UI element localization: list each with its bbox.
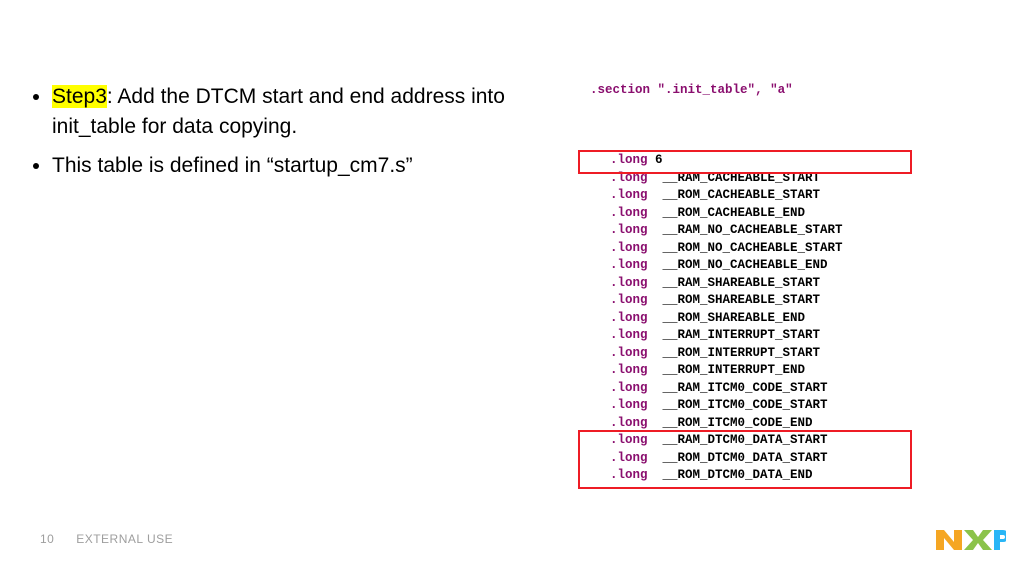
code-line-entry: .long __ROM_INTERRUPT_START: [580, 345, 994, 363]
page-number: 10: [40, 532, 54, 546]
code-line-entry: .long __RAM_CACHEABLE_START: [580, 170, 994, 188]
code-line-entry: .long __ROM_DTCM0_DATA_END: [580, 467, 994, 485]
slide-footer: 10 EXTERNAL USE: [40, 532, 173, 546]
code-line-entry: .long __ROM_ITCM0_CODE_START: [580, 397, 994, 415]
code-line-entry: .long __ROM_INTERRUPT_END: [580, 362, 994, 380]
code-line-entry: .long __ROM_CACHEABLE_START: [580, 187, 994, 205]
code-line-entry: .long __RAM_DTCM0_DATA_START: [580, 432, 994, 450]
step-highlight: Step3: [52, 85, 107, 108]
code-block: .section ".init_table", "a" .long 6.long…: [580, 82, 994, 537]
code-column: .section ".init_table", "a" .long 6.long…: [550, 82, 994, 537]
text-column: Step3: Add the DTCM start and end addres…: [30, 82, 550, 537]
code-line-entry: .long __ROM_SHAREABLE_END: [580, 310, 994, 328]
code-line-entry: .long __RAM_INTERRUPT_START: [580, 327, 994, 345]
code-line-entry: .long __RAM_ITCM0_CODE_START: [580, 380, 994, 398]
code-line-count: .long 6: [580, 152, 994, 170]
code-line-entry: .long __RAM_SHAREABLE_START: [580, 275, 994, 293]
code-line-entry: .long __ROM_CACHEABLE_END: [580, 205, 994, 223]
slide-content: Step3: Add the DTCM start and end addres…: [30, 82, 994, 537]
code-line-entry: .long __ROM_NO_CACHEABLE_START: [580, 240, 994, 258]
bullet-item: This table is defined in “startup_cm7.s”: [52, 151, 550, 181]
code-line-entry: .long __ROM_ITCM0_CODE_END: [580, 415, 994, 433]
code-line-section: .section ".init_table", "a": [580, 82, 994, 100]
bullet-list: Step3: Add the DTCM start and end addres…: [30, 82, 550, 181]
code-line-entry: .long __ROM_SHAREABLE_START: [580, 292, 994, 310]
code-line-entry: .long __ROM_DTCM0_DATA_START: [580, 450, 994, 468]
code-line-entry: .long __ROM_NO_CACHEABLE_END: [580, 257, 994, 275]
code-line-entry: .long __RAM_NO_CACHEABLE_START: [580, 222, 994, 240]
bullet-text: : Add the DTCM start and end address int…: [52, 85, 505, 138]
bullet-text: This table is defined in “startup_cm7.s”: [52, 154, 413, 177]
bullet-item: Step3: Add the DTCM start and end addres…: [52, 82, 550, 143]
classification-label: EXTERNAL USE: [76, 532, 173, 546]
nxp-logo: [936, 527, 1006, 558]
